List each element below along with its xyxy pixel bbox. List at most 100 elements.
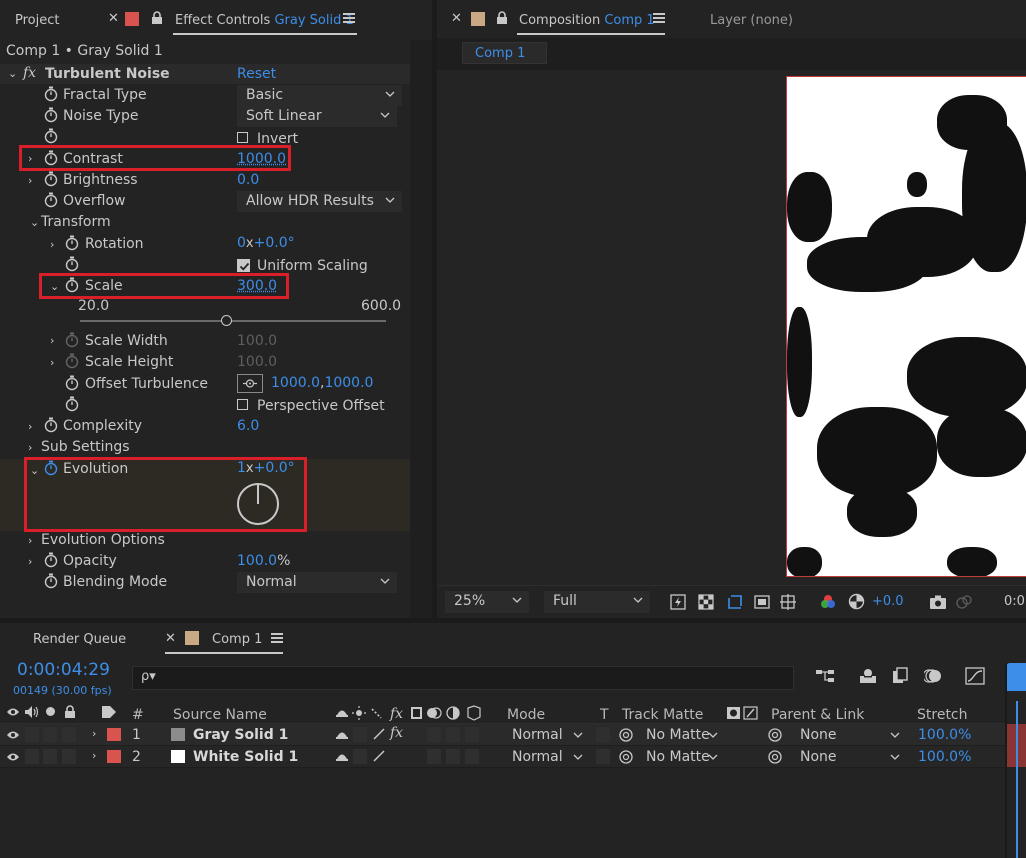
- pick-whip-icon[interactable]: [618, 749, 634, 765]
- parent-pick-whip-icon[interactable]: [767, 749, 783, 765]
- guides-grid-icon[interactable]: [780, 594, 796, 610]
- preserve-transparency-toggle[interactable]: [596, 727, 610, 742]
- solo-toggle[interactable]: [43, 749, 57, 764]
- snapshot-camera-icon[interactable]: [929, 594, 947, 610]
- fast-previews-icon[interactable]: [670, 594, 686, 610]
- lock-toggle[interactable]: [62, 727, 76, 742]
- track-matte-dropdown[interactable]: No Matte: [640, 725, 720, 744]
- shy-layers-icon[interactable]: [858, 667, 878, 685]
- twirl-closed-icon[interactable]: ›: [50, 334, 54, 347]
- motion-blur-switch[interactable]: [446, 749, 460, 764]
- visibility-eye-icon[interactable]: [6, 751, 20, 763]
- show-snapshot-icon[interactable]: [955, 594, 973, 610]
- solo-toggle[interactable]: [43, 727, 57, 742]
- color-management-icon[interactable]: [848, 593, 865, 610]
- lock-icon[interactable]: [496, 11, 508, 25]
- stopwatch-icon[interactable]: [44, 171, 58, 187]
- close-tab-icon[interactable]: ✕: [108, 11, 119, 26]
- brightness-value[interactable]: 0.0: [237, 172, 259, 188]
- effect-switch[interactable]: [390, 749, 404, 764]
- stretch-value[interactable]: 100.0%: [918, 749, 971, 765]
- stopwatch-icon[interactable]: [65, 375, 79, 391]
- invert-checkbox[interactable]: [237, 132, 248, 143]
- timecode-readout-truncated[interactable]: 0:0: [1004, 594, 1025, 609]
- noise-type-dropdown[interactable]: Soft Linear: [237, 106, 397, 127]
- tab-comp-1[interactable]: Comp 1: [212, 632, 262, 647]
- stopwatch-icon[interactable]: [44, 552, 58, 568]
- column-source-name-header[interactable]: Source Name: [173, 707, 267, 723]
- scale-slider-track[interactable]: [80, 320, 386, 322]
- parent-dropdown[interactable]: None: [794, 725, 904, 744]
- rotation-value[interactable]: 0x+0.0°: [237, 235, 295, 251]
- current-time-indicator[interactable]: [1016, 701, 1018, 858]
- rotation-degrees[interactable]: +0.0°: [254, 235, 295, 251]
- panel-menu-icon[interactable]: [653, 12, 665, 24]
- parent-pick-whip-icon[interactable]: [767, 727, 783, 743]
- close-tab-icon[interactable]: ✕: [451, 11, 462, 26]
- stopwatch-icon[interactable]: [44, 573, 58, 589]
- audio-toggle[interactable]: [25, 749, 39, 764]
- motion-blur-icon[interactable]: [924, 667, 944, 685]
- zoom-dropdown[interactable]: 25%: [445, 591, 529, 613]
- label-color-swatch[interactable]: [107, 750, 121, 763]
- track-matte-dropdown[interactable]: No Matte: [640, 747, 720, 766]
- tab-project[interactable]: Project: [15, 13, 59, 28]
- frame-blend-switch[interactable]: [427, 749, 441, 764]
- panel-menu-icon[interactable]: [271, 632, 283, 644]
- panel-menu-icon[interactable]: [343, 12, 355, 24]
- stopwatch-icon[interactable]: [65, 256, 79, 272]
- close-tab-icon[interactable]: ✕: [165, 631, 176, 646]
- twirl-closed-icon[interactable]: ›: [92, 727, 96, 740]
- search-input[interactable]: ρ▾: [132, 666, 794, 690]
- twirl-closed-icon[interactable]: ›: [28, 555, 32, 568]
- tab-composition[interactable]: Composition Comp 1: [519, 13, 655, 28]
- overflow-dropdown[interactable]: Allow HDR Results: [237, 191, 402, 212]
- shy-switch-icon[interactable]: [335, 727, 349, 741]
- work-area-start-handle[interactable]: [1006, 663, 1026, 691]
- color-channels-icon[interactable]: [820, 594, 836, 610]
- scrollbar[interactable]: [410, 40, 432, 618]
- frame-blending-icon[interactable]: [891, 667, 911, 685]
- stopwatch-icon[interactable]: [65, 235, 79, 251]
- opacity-number[interactable]: 100.0: [237, 553, 277, 569]
- parent-dropdown[interactable]: None: [794, 747, 904, 766]
- twirl-closed-icon[interactable]: ›: [92, 749, 96, 762]
- twirl-closed-icon[interactable]: ›: [28, 441, 32, 454]
- 3d-layer-switch[interactable]: [465, 727, 479, 742]
- twirl-closed-icon[interactable]: ›: [28, 420, 32, 433]
- blending-mode-dropdown[interactable]: Normal: [237, 572, 397, 593]
- fx-icon[interactable]: fx: [23, 65, 36, 81]
- effect-switch-icon[interactable]: fx: [390, 725, 403, 741]
- comp-subtab[interactable]: Comp 1: [462, 42, 547, 64]
- stretch-value[interactable]: 100.0%: [918, 727, 971, 743]
- mode-dropdown[interactable]: Normal: [505, 725, 589, 744]
- opacity-value[interactable]: 100.0%: [237, 553, 290, 569]
- table-row[interactable]: › 2 White Solid 1 Normal No Matte None 1…: [0, 746, 1005, 768]
- reset-link[interactable]: Reset: [237, 66, 276, 82]
- frame-blend-switch[interactable]: [427, 727, 441, 742]
- complexity-value[interactable]: 6.0: [237, 418, 259, 434]
- region-of-interest-icon[interactable]: [726, 593, 744, 611]
- collapse-switch[interactable]: [353, 749, 367, 764]
- motion-blur-switch[interactable]: [446, 727, 460, 742]
- transparency-grid-icon[interactable]: [698, 594, 714, 610]
- perspective-offset-checkbox[interactable]: [237, 399, 248, 410]
- comp-frame-preview[interactable]: [786, 76, 1026, 577]
- twirl-closed-icon[interactable]: ›: [50, 356, 54, 369]
- composition-flowchart-icon[interactable]: [815, 667, 835, 685]
- graph-editor-icon[interactable]: [965, 667, 985, 685]
- pick-whip-icon[interactable]: [618, 727, 634, 743]
- fractal-type-dropdown[interactable]: Basic: [237, 85, 402, 106]
- layer-name[interactable]: Gray Solid 1: [193, 727, 288, 743]
- offset-y-value[interactable]: 1000.0: [324, 375, 373, 391]
- tab-render-queue[interactable]: Render Queue: [33, 632, 126, 647]
- resolution-dropdown[interactable]: Full: [544, 591, 650, 613]
- rotation-revolutions[interactable]: 0: [237, 235, 246, 251]
- twirl-closed-icon[interactable]: ›: [50, 238, 54, 251]
- offset-x-value[interactable]: 1000.0: [271, 375, 320, 391]
- audio-toggle[interactable]: [25, 727, 39, 742]
- twirl-open-icon[interactable]: ⌄: [8, 67, 17, 80]
- stopwatch-icon[interactable]: [44, 417, 58, 433]
- preserve-transparency-toggle[interactable]: [596, 749, 610, 764]
- visibility-eye-icon[interactable]: [6, 729, 20, 741]
